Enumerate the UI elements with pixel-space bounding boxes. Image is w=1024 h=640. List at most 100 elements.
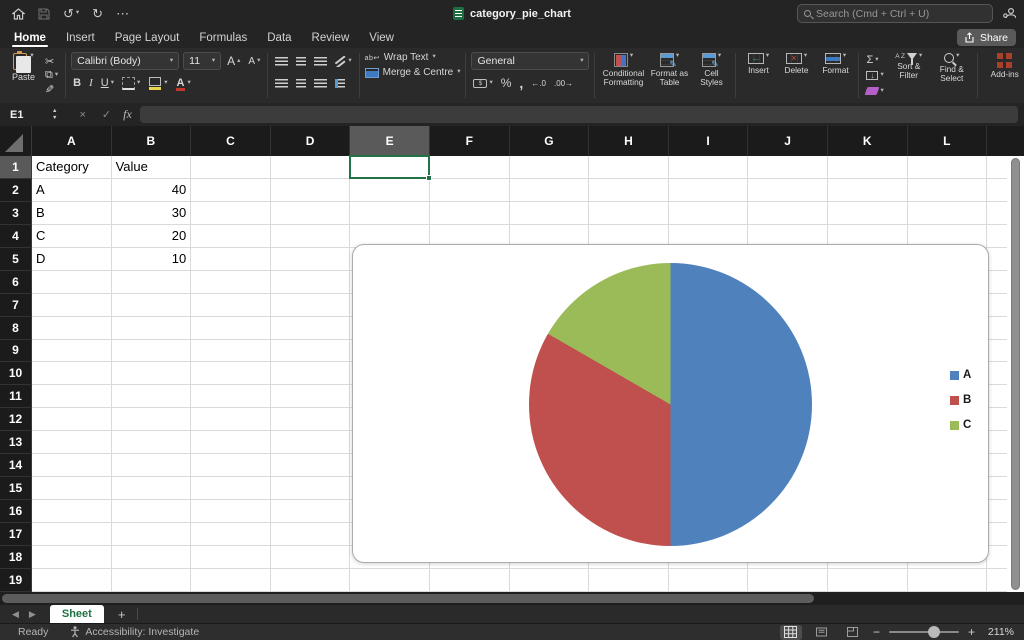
column-header-A[interactable]: A	[32, 126, 112, 156]
cell-L19[interactable]	[907, 568, 988, 592]
cell-L3[interactable]	[907, 201, 988, 225]
cell-C14[interactable]	[191, 454, 271, 478]
column-header-D[interactable]: D	[271, 126, 351, 156]
name-box-stepper[interactable]: ▲ ▼	[52, 108, 57, 121]
cell-I3[interactable]	[668, 201, 749, 225]
cell-A2[interactable]: A	[32, 178, 112, 202]
underline-button[interactable]: U ▾	[99, 74, 116, 92]
cell-D12[interactable]	[270, 408, 351, 432]
cell-K1[interactable]	[827, 156, 908, 179]
cell-B1[interactable]: Value	[111, 156, 192, 179]
row-header-6[interactable]: 6	[0, 270, 32, 294]
find-select-button[interactable]: ▾ Find & Select	[932, 52, 972, 99]
column-header-I[interactable]: I	[669, 126, 749, 156]
cell-D14[interactable]	[270, 454, 351, 478]
cell-C2[interactable]	[191, 178, 271, 202]
row-header-12[interactable]: 12	[0, 408, 32, 432]
select-all-corner[interactable]	[0, 126, 32, 156]
cell-B16[interactable]	[111, 500, 192, 523]
cell-C17[interactable]	[191, 523, 271, 546]
cell-G1[interactable]	[509, 156, 590, 179]
format-painter-button[interactable]: ✎	[43, 83, 60, 97]
cell-B10[interactable]	[111, 362, 192, 386]
row-header-9[interactable]: 9	[0, 339, 32, 363]
row-header-3[interactable]: 3	[0, 201, 32, 225]
borders-button[interactable]: ▾	[120, 74, 142, 92]
cell-A16[interactable]	[32, 500, 112, 523]
cell-B19[interactable]	[111, 568, 192, 592]
row-header-13[interactable]: 13	[0, 431, 32, 455]
cell-A13[interactable]	[32, 431, 112, 455]
sheet-tab[interactable]: Sheet	[49, 605, 104, 623]
cell-B7[interactable]	[111, 293, 192, 317]
cell-F2[interactable]	[429, 178, 510, 202]
cell-C1[interactable]	[191, 156, 271, 179]
cell-E2[interactable]	[350, 178, 430, 202]
column-header-B[interactable]: B	[112, 126, 192, 156]
column-header-E[interactable]: E	[350, 126, 430, 156]
copy-button[interactable]: ⧉ ▾	[43, 68, 60, 82]
cell-A18[interactable]	[32, 545, 112, 569]
cell-B2[interactable]: 40	[111, 178, 192, 202]
cell-A19[interactable]	[32, 568, 112, 592]
cell-C13[interactable]	[191, 431, 271, 455]
cell-H2[interactable]	[589, 178, 669, 202]
column-header-G[interactable]: G	[510, 126, 590, 156]
tab-formulas[interactable]: Formulas	[199, 27, 247, 48]
align-top-button[interactable]	[273, 52, 290, 70]
cell-A14[interactable]	[32, 454, 112, 478]
align-center-button[interactable]	[294, 74, 308, 92]
cell-F19[interactable]	[429, 568, 510, 592]
cell-H19[interactable]	[589, 568, 669, 592]
name-box[interactable]: E1	[0, 109, 52, 121]
tab-insert[interactable]: Insert	[66, 27, 95, 48]
paste-button[interactable]: ▾ Paste	[10, 51, 37, 99]
wrap-text-button[interactable]: ab↩ Wrap Text ▾	[365, 52, 461, 63]
cell-J3[interactable]	[748, 201, 828, 225]
cell-D5[interactable]	[270, 247, 351, 271]
cell-B5[interactable]: 10	[111, 247, 192, 271]
cell-C12[interactable]	[191, 408, 271, 432]
zoom-out-button[interactable]: −	[873, 625, 880, 639]
cell-J2[interactable]	[748, 178, 828, 202]
cell-C4[interactable]	[191, 224, 271, 248]
cell-B11[interactable]	[111, 385, 192, 409]
cell-E3[interactable]	[350, 201, 430, 225]
column-header-F[interactable]: F	[430, 126, 510, 156]
cell-G2[interactable]	[509, 178, 590, 202]
column-header-H[interactable]: H	[589, 126, 669, 156]
cell-D13[interactable]	[270, 431, 351, 455]
row-header-4[interactable]: 4	[0, 224, 32, 248]
cell-G19[interactable]	[509, 568, 590, 592]
row-header-19[interactable]: 19	[0, 568, 32, 592]
cell-E1[interactable]	[350, 156, 430, 179]
zoom-slider-thumb[interactable]	[927, 626, 940, 638]
tab-review[interactable]: Review	[312, 27, 350, 48]
zoom-percent[interactable]: 211%	[984, 626, 1014, 638]
cell-B4[interactable]: 20	[111, 224, 192, 248]
cell-D8[interactable]	[270, 316, 351, 340]
cell-I19[interactable]	[668, 568, 749, 592]
cell-C8[interactable]	[191, 316, 271, 340]
format-as-table-button[interactable]: ✎ ▾ Format as Table	[648, 52, 690, 99]
cell-D4[interactable]	[270, 224, 351, 248]
grow-font-button[interactable]: A ▴	[225, 52, 242, 70]
next-sheet-icon[interactable]: ▶	[29, 609, 36, 620]
share-button[interactable]: Share	[956, 29, 1016, 46]
tab-data[interactable]: Data	[267, 27, 291, 48]
cell-A10[interactable]	[32, 362, 112, 386]
cell-A3[interactable]: B	[32, 201, 112, 225]
pie-chart-object[interactable]: A B C	[352, 244, 989, 563]
page-break-view-button[interactable]	[842, 625, 864, 640]
comma-style-button[interactable]: ,	[517, 74, 525, 92]
add-ins-button[interactable]: Add-ins	[983, 52, 1024, 80]
search-box[interactable]	[797, 4, 993, 23]
tab-view[interactable]: View	[369, 27, 394, 48]
cell-E19[interactable]	[350, 568, 430, 592]
cell-C5[interactable]	[191, 247, 271, 271]
insert-cells-button[interactable]: ← ▾ Insert	[741, 52, 775, 99]
cell-A6[interactable]	[32, 270, 112, 294]
align-bottom-button[interactable]	[312, 52, 329, 70]
align-right-button[interactable]	[312, 74, 329, 92]
cell-D15[interactable]	[270, 477, 351, 501]
